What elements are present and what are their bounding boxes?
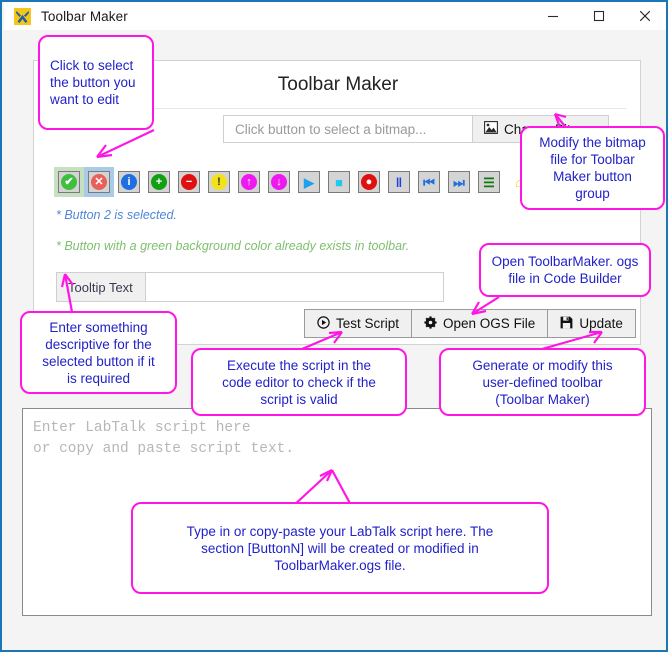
toolbar-button-1[interactable]: ✔ <box>54 167 84 197</box>
icon-glyph: ■ <box>335 174 343 190</box>
icon-glyph: ↑ <box>241 174 257 190</box>
bitmap-path-input[interactable]: Click button to select a bitmap... <box>224 116 472 142</box>
skip-previous-icon: ⏮ <box>418 171 440 193</box>
info-circle-icon: i <box>118 171 140 193</box>
icon-glyph: ✔ <box>61 174 77 190</box>
update-button[interactable]: Update <box>548 310 635 337</box>
action-button-group: Test Script Open OGS File Update <box>304 309 636 338</box>
toolbar-button-6[interactable]: ! <box>204 167 234 197</box>
play-icon: ▶ <box>298 171 320 193</box>
toolbar-button-11[interactable]: ● <box>354 167 384 197</box>
annotation-change-bitmap: Modify the bitmap file for Toolbar Maker… <box>520 126 665 210</box>
annotation-select-button: Click to select the button you want to e… <box>38 35 154 130</box>
toolbar-button-strip: ✔ ✕ i + −! ↑ ↓ ▶ ■ ● ‖ ⏮ ⏭ ☰ ⌂ <box>54 167 534 197</box>
icon-glyph: ‖ <box>395 174 403 190</box>
cancel-circle-icon: ✕ <box>88 171 110 193</box>
tooltip-text-input[interactable] <box>146 273 443 301</box>
toolbar-button-5[interactable]: − <box>174 167 204 197</box>
toolbar-button-7[interactable]: ↑ <box>234 167 264 197</box>
test-script-label: Test Script <box>336 316 400 331</box>
icon-glyph: ☰ <box>483 174 495 190</box>
window-title: Toolbar Maker <box>41 8 128 24</box>
existing-button-message: * Button with a green background color a… <box>56 239 410 253</box>
remove-circle-icon: − <box>178 171 200 193</box>
pause-icon: ‖ <box>388 171 410 193</box>
open-ogs-label: Open OGS File <box>443 316 536 331</box>
annotation-open-ogs-text: Open ToolbarMaker. ogs file in Code Buil… <box>491 254 639 286</box>
toolbar-button-9[interactable]: ▶ <box>294 167 324 197</box>
update-label: Update <box>579 316 623 331</box>
icon-glyph: ● <box>361 174 377 190</box>
title-bar: Toolbar Maker <box>4 2 666 30</box>
signal-peaks-icon: ☰ <box>478 171 500 193</box>
annotation-update: Generate or modify this user-defined too… <box>439 348 646 416</box>
annotation-update-text: Generate or modify this user-defined too… <box>472 357 613 407</box>
minimize-button[interactable] <box>530 2 576 30</box>
icon-glyph: i <box>121 174 137 190</box>
skip-next-icon: ⏭ <box>448 171 470 193</box>
selected-button-message: * Button 2 is selected. <box>56 208 177 222</box>
icon-glyph: + <box>151 174 167 190</box>
annotation-script-editor-text: Type in or copy-paste your LabTalk scrip… <box>186 523 494 573</box>
toolbar-button-2[interactable]: ✕ <box>84 167 114 197</box>
toolbar-button-3[interactable]: i <box>114 167 144 197</box>
gear-icon <box>424 315 437 332</box>
icon-glyph: ! <box>211 174 227 190</box>
warning-circle-icon: ! <box>208 171 230 193</box>
tooltip-text-label: Tooltip Text <box>57 273 146 301</box>
toolbar-maker-window: Toolbar Maker Toolbar Maker Click button… <box>0 0 668 652</box>
open-ogs-button[interactable]: Open OGS File <box>412 310 547 337</box>
toolbar-button-14[interactable]: ⏭ <box>444 167 474 197</box>
maximize-button[interactable] <box>576 2 622 30</box>
play-circle-icon <box>317 315 330 332</box>
toolbar-button-13[interactable]: ⏮ <box>414 167 444 197</box>
toolbar-button-8[interactable]: ↓ <box>264 167 294 197</box>
annotation-test-script: Execute the script in the code editor to… <box>191 348 407 416</box>
annotation-test-script-text: Execute the script in the code editor to… <box>222 357 376 407</box>
icon-glyph: ✕ <box>91 174 107 190</box>
icon-glyph: ▶ <box>304 174 314 190</box>
toolbar-button-15[interactable]: ☰ <box>474 167 504 197</box>
icon-glyph: ⏭ <box>453 174 465 190</box>
icon-glyph: ⏮ <box>423 174 435 190</box>
image-icon <box>484 121 498 137</box>
toolbar-maker-icon <box>14 7 31 25</box>
close-button[interactable] <box>622 2 666 30</box>
annotation-tooltip: Enter something descriptive for the sele… <box>20 311 177 394</box>
record-icon: ● <box>358 171 380 193</box>
toolbar-button-10[interactable]: ■ <box>324 167 354 197</box>
annotation-select-button-text: Click to select the button you want to e… <box>50 58 136 107</box>
check-circle-icon: ✔ <box>58 171 80 193</box>
arrow-up-circle-icon: ↑ <box>238 171 260 193</box>
annotation-change-bitmap-text: Modify the bitmap file for Toolbar Maker… <box>539 135 646 201</box>
stop-icon: ■ <box>328 171 350 193</box>
add-circle-icon: + <box>148 171 170 193</box>
window-controls <box>530 2 666 30</box>
icon-glyph: ↓ <box>271 174 287 190</box>
toolbar-button-12[interactable]: ‖ <box>384 167 414 197</box>
toolbar-button-4[interactable]: + <box>144 167 174 197</box>
annotation-script-editor: Type in or copy-paste your LabTalk scrip… <box>131 502 549 594</box>
icon-glyph: − <box>181 174 197 190</box>
annotation-open-ogs: Open ToolbarMaker. ogs file in Code Buil… <box>479 243 651 297</box>
annotation-tooltip-text: Enter something descriptive for the sele… <box>42 319 155 386</box>
save-icon <box>560 316 573 332</box>
tooltip-row: Tooltip Text <box>56 272 444 302</box>
test-script-button[interactable]: Test Script <box>305 310 411 337</box>
arrow-down-circle-icon: ↓ <box>268 171 290 193</box>
